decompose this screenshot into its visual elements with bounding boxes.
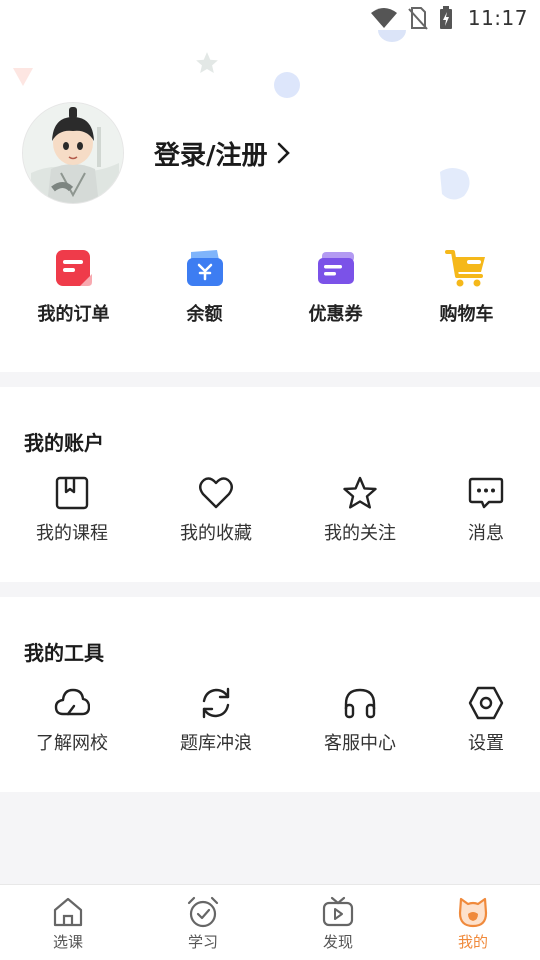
account-my-favorites[interactable]: 我的收藏 <box>180 475 252 545</box>
tab-courses[interactable]: 选课 <box>28 895 108 952</box>
quick-actions: 我的订单 余额 优惠券 购物车 <box>0 246 540 326</box>
hexagon-settings-icon <box>468 686 504 720</box>
message-icon <box>468 477 504 509</box>
tool-question-bank[interactable]: 题库冲浪 <box>180 685 252 755</box>
login-register-link[interactable]: 登录/注册 <box>154 135 292 172</box>
tool-question-bank-label: 题库冲浪 <box>180 733 252 754</box>
tool-about-school[interactable]: 了解网校 <box>36 685 108 755</box>
account-my-favorites-label: 我的收藏 <box>180 523 252 544</box>
tool-settings[interactable]: 设置 <box>450 685 522 755</box>
bottom-tab-bar: 选课 学习 发现 我的 <box>0 884 540 960</box>
battery-charging-icon <box>439 6 452 29</box>
status-bar: 11:17 <box>0 0 540 36</box>
account-my-follows-label: 我的关注 <box>324 523 396 544</box>
headset-icon <box>344 688 376 719</box>
tab-discover-label: 发现 <box>322 933 353 951</box>
cart-icon <box>444 250 485 287</box>
refresh-icon <box>202 687 230 719</box>
account-messages-label: 消息 <box>468 523 504 544</box>
wifi-icon <box>370 8 397 28</box>
account-section-title: 我的账户 <box>24 431 104 455</box>
quick-my-orders-label: 我的订单 <box>37 304 110 325</box>
home-icon <box>53 897 83 927</box>
bookmark-book-icon <box>55 476 89 510</box>
quick-my-orders[interactable]: 我的订单 <box>14 246 134 326</box>
tool-settings-label: 设置 <box>468 733 504 754</box>
tools-section-title: 我的工具 <box>24 641 104 665</box>
tab-mine[interactable]: 我的 <box>433 895 513 952</box>
tools-section: 我的工具 了解网校 题库冲浪 客服中心 设置 <box>0 597 540 792</box>
tv-icon <box>322 896 354 927</box>
star-icon <box>343 476 377 509</box>
quick-coupons[interactable]: 优惠券 <box>276 246 396 326</box>
account-section: 我的账户 我的课程 我的收藏 我的关注 消息 <box>0 387 540 582</box>
cloud-icon <box>54 688 90 716</box>
tab-discover[interactable]: 发现 <box>298 895 378 952</box>
profile-header: 11:17 登录/注册 我的订单 余额 优惠券 购物车 <box>0 0 540 372</box>
tab-courses-label: 选课 <box>52 933 83 951</box>
chevron-right-icon <box>277 142 290 164</box>
tab-mine-label: 我的 <box>457 933 488 951</box>
tab-study-label: 学习 <box>187 933 218 951</box>
decor-star-icon <box>196 52 218 73</box>
account-my-courses-label: 我的课程 <box>36 523 108 544</box>
tool-customer-service[interactable]: 客服中心 <box>324 685 396 755</box>
cat-face-icon <box>458 897 488 928</box>
decor-circle-icon <box>274 72 300 98</box>
quick-coupons-label: 优惠券 <box>308 304 363 325</box>
decor-triangle-icon <box>13 68 33 86</box>
wallet-icon <box>186 250 223 286</box>
order-icon <box>55 250 92 286</box>
heart-icon <box>199 477 233 509</box>
account-my-courses[interactable]: 我的课程 <box>36 475 108 545</box>
quick-cart-label: 购物车 <box>439 304 494 325</box>
coupon-icon <box>317 252 354 284</box>
login-register-label: 登录/注册 <box>154 140 268 171</box>
decor-bubble-icon <box>440 168 470 200</box>
status-time: 11:17 <box>467 6 528 30</box>
account-my-follows[interactable]: 我的关注 <box>324 475 396 545</box>
account-messages[interactable]: 消息 <box>450 475 522 545</box>
alarm-clock-icon <box>187 896 219 928</box>
no-sim-icon <box>408 7 428 30</box>
avatar[interactable] <box>22 102 124 204</box>
tab-study[interactable]: 学习 <box>163 895 243 952</box>
avatar-figure-icon <box>23 103 123 203</box>
tool-customer-service-label: 客服中心 <box>324 733 396 754</box>
quick-cart[interactable]: 购物车 <box>407 246 527 326</box>
quick-balance-label: 余额 <box>186 304 223 325</box>
quick-balance[interactable]: 余额 <box>145 246 265 326</box>
profile-block: 登录/注册 <box>22 102 292 204</box>
tool-about-school-label: 了解网校 <box>36 733 108 754</box>
